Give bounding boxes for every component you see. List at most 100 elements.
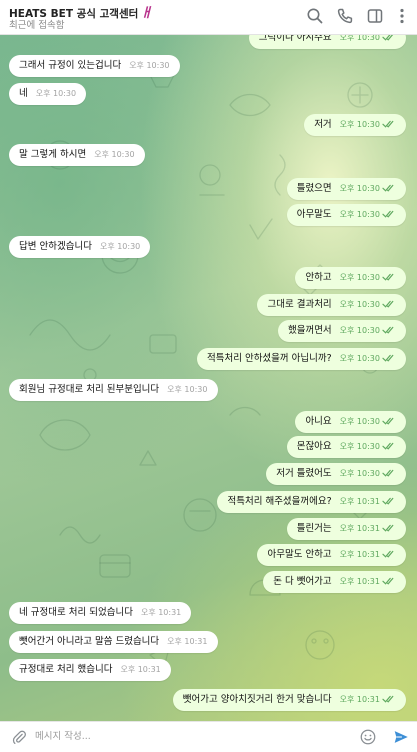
message-text: 네 [19,88,28,99]
outgoing-message[interactable]: 적특처리 안하셨을꺼 아닙니까? 오후 10:30 [196,348,406,370]
outgoing-message[interactable]: 아무말도 안하고 오후 10:31 [257,544,406,566]
message-time: 오후 10:31 [339,695,380,704]
message-time: 오후 10:30 [35,89,77,98]
incoming-message[interactable]: 네 규정대로 처리 되었습니다 오후 10:31 [9,602,192,624]
outgoing-message[interactable]: 저거 오후 10:30 [304,114,406,136]
incoming-message[interactable]: 네 오후 10:30 [9,83,87,105]
outgoing-message[interactable]: 아니요 오후 10:30 [295,411,406,433]
incoming-message[interactable]: 회원님 규정대로 처리 된부분입니다 오후 10:30 [9,379,218,401]
message-text: 안하고 [305,272,332,283]
message-time: 오후 10:30 [339,442,380,451]
read-check-icon [382,120,394,128]
read-check-icon [382,524,394,532]
read-check-icon [382,273,394,281]
message-text: 네 규정대로 처리 되었습니다 [19,607,133,618]
outgoing-message[interactable]: 틀렸으면 오후 10:30 [286,178,406,200]
message-time: 오후 10:30 [167,385,208,394]
message-text: 몬잖아요 [296,441,332,452]
message-text: 뺏어가고 양아치짓거리 한거 맞습니다 [182,694,332,705]
read-check-icon [382,300,394,308]
read-check-icon [382,497,394,505]
message-time: 오후 10:30 [99,242,141,251]
message-time: 오후 10:30 [339,35,380,42]
more-menu-icon[interactable] [392,6,412,26]
message-input[interactable]: 메시지 작성... [35,727,335,747]
message-time: 오후 10:30 [94,150,135,159]
chat-title-decoration: ㅐ [140,6,153,21]
incoming-message[interactable]: 그래서 규정이 있는겁니다 오후 10:30 [9,55,180,77]
message-text: 저거 [314,119,332,130]
chat-header: HEATS BET 공식 고객센터 ㅐ 최근에 접속함 [0,0,417,35]
outgoing-message[interactable]: 몬잖아요 오후 10:30 [286,436,406,458]
message-text: 그대로 결과처리 [267,299,332,310]
incoming-message[interactable]: 뺏어간거 아니라고 말씀 드렸습니다 오후 10:31 [9,631,218,653]
read-check-icon [382,695,394,703]
read-check-icon [382,184,394,192]
message-text: 그럭이다 아시주요 [258,35,332,43]
message-time: 오후 10:31 [167,637,208,646]
message-time: 오후 10:31 [339,497,380,506]
message-text: 말 그렇게 하시면 [19,149,87,160]
outgoing-message[interactable]: 저거 틀렸어도 오후 10:30 [266,463,406,485]
message-time: 오후 10:30 [339,273,380,282]
message-time: 오후 10:30 [339,210,380,219]
sidebar-toggle-icon[interactable] [365,6,385,26]
message-text: 돈 다 뺏어가고 [273,576,332,587]
message-composer: 메시지 작성... [0,721,417,752]
message-time: 오후 10:31 [140,608,182,617]
message-time: 오후 10:31 [339,524,380,533]
phone-icon[interactable] [335,6,355,26]
incoming-message[interactable]: 답변 안하겠습니다 오후 10:30 [9,236,151,258]
message-time: 오후 10:31 [120,665,161,674]
read-check-icon [382,442,394,450]
message-text: 답변 안하겠습니다 [19,241,92,252]
incoming-message[interactable]: 규정대로 처리 했습니다 오후 10:31 [9,659,171,681]
search-icon[interactable] [305,6,325,26]
message-time: 오후 10:31 [339,550,380,559]
message-time: 오후 10:30 [339,326,380,335]
outgoing-message[interactable]: 했을꺼면서 오후 10:30 [277,320,406,342]
message-text: 적특처리 해주셨을꺼에요? [227,496,332,507]
read-check-icon [382,577,394,585]
message-text: 규정대로 처리 했습니다 [19,664,113,675]
message-time: 오후 10:30 [339,184,380,193]
outgoing-message[interactable]: 돈 다 뺏어가고 오후 10:31 [263,571,406,593]
message-text: 했을꺼면서 [287,325,332,336]
send-icon[interactable] [392,728,410,746]
message-text: 아무말도 [296,209,332,220]
message-time: 오후 10:30 [129,61,170,70]
message-time: 오후 10:30 [339,417,380,426]
message-text: 틀린거는 [296,523,332,534]
read-check-icon [382,210,394,218]
read-check-icon [382,550,394,558]
message-text: 아니요 [305,416,332,427]
message-text: 뺏어간거 아니라고 말씀 드렸습니다 [19,636,160,647]
message-text: 저거 틀렸어도 [276,468,332,479]
outgoing-message[interactable]: 그럭이다 아시주요 오후 10:30 [248,35,406,49]
emoji-icon[interactable] [359,728,377,746]
message-time: 오후 10:31 [339,577,380,586]
message-time: 오후 10:30 [339,120,380,129]
attach-icon[interactable] [10,728,28,746]
last-seen-status: 최근에 접속함 [9,20,65,31]
message-text: 적특처리 안하셨을꺼 아닙니까? [206,353,332,364]
message-time: 오후 10:30 [339,354,380,363]
outgoing-message[interactable]: 적특처리 해주셨을꺼에요? 오후 10:31 [217,491,406,513]
message-text: 그래서 규정이 있는겁니다 [19,60,122,71]
outgoing-message[interactable]: 틀린거는 오후 10:31 [286,518,406,540]
outgoing-message[interactable]: 뺏어가고 양아치짓거리 한거 맞습니다 오후 10:31 [172,689,406,711]
read-check-icon [382,35,394,41]
incoming-message[interactable]: 말 그렇게 하시면 오후 10:30 [9,144,145,166]
message-time: 오후 10:30 [339,300,380,309]
message-text: 회원님 규정대로 처리 된부분입니다 [19,384,160,395]
outgoing-message[interactable]: 안하고 오후 10:30 [295,267,406,289]
message-time: 오후 10:30 [339,469,380,478]
message-text: 아무말도 안하고 [267,549,332,560]
outgoing-message[interactable]: 아무말도 오후 10:30 [286,204,406,226]
chat-message-area[interactable]: 그럭이다 아시주요 오후 10:30 그래서 규정이 있는겁니다 오후 10:30 네 오… [0,35,417,721]
read-check-icon [382,417,394,425]
read-check-icon [382,326,394,334]
outgoing-message[interactable]: 그대로 결과처리 오후 10:30 [257,294,406,316]
read-check-icon [382,469,394,477]
message-text: 틀렸으면 [296,183,332,194]
